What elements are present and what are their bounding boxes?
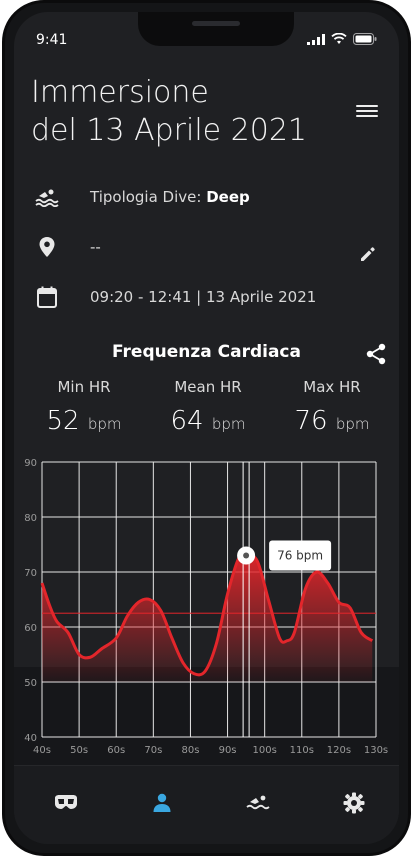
- location-value: --: [90, 238, 101, 256]
- mean-hr-label: Mean HR: [174, 378, 242, 396]
- x-tick-label: 130s: [364, 745, 388, 756]
- x-tick-label: 100s: [253, 745, 277, 756]
- person-icon: [153, 793, 171, 812]
- notch: [138, 12, 294, 46]
- bottom-nav: [14, 765, 399, 844]
- x-tick-label: 70s: [144, 745, 162, 756]
- max-hr-stat: Max HR 76 bpm: [272, 378, 392, 436]
- signal-icon: [307, 33, 325, 45]
- phone-frame: 9:41 Immersione del 13 Aprile 2021 Tipol…: [2, 0, 411, 856]
- nav-settings[interactable]: [339, 788, 369, 818]
- min-hr-value-wrap: 52 bpm: [24, 406, 144, 436]
- y-tick-label: 40: [24, 733, 37, 744]
- status-icons: [307, 33, 377, 45]
- x-tick-label: 110s: [290, 745, 314, 756]
- diving-mask-icon: [55, 795, 77, 809]
- dive-type-label: Tipologia Dive:: [90, 188, 202, 206]
- min-hr-stat: Min HR 52 bpm: [24, 378, 144, 436]
- max-hr-value-wrap: 76 bpm: [272, 406, 392, 436]
- datetime-value: 09:20 - 12:41 | 13 Aprile 2021: [90, 288, 317, 306]
- min-hr-label: Min HR: [57, 378, 111, 396]
- speaker: [192, 21, 240, 26]
- x-tick-label: 90s: [219, 745, 237, 756]
- x-tick-label: 120s: [327, 745, 351, 756]
- y-tick-label: 50: [24, 678, 37, 689]
- heart-rate-title: Frequenza Cardiaca: [112, 342, 301, 362]
- x-tick-label: 40s: [33, 745, 51, 756]
- nav-mask[interactable]: [51, 788, 81, 818]
- share-button[interactable]: [366, 343, 386, 369]
- app-screen: 9:41 Immersione del 13 Aprile 2021 Tipol…: [14, 12, 399, 844]
- selected-point-center: [243, 552, 250, 559]
- title-line-2: del 13 Aprile 2021: [31, 113, 307, 148]
- x-tick-label: 60s: [107, 745, 125, 756]
- mean-hr-unit: bpm: [211, 415, 246, 433]
- y-tick-label: 60: [24, 623, 37, 634]
- heart-rate-chart[interactable]: 40 50 60 70 80 90 40s 50s 60s 70s 80s 90s 100s 110s 12…: [14, 452, 399, 772]
- gear-icon: [343, 792, 365, 814]
- datetime-row: 09:20 - 12:41 | 13 Aprile 2021: [34, 284, 316, 310]
- swim-icon: [34, 184, 60, 210]
- dive-type-row: Tipologia Dive: Deep: [34, 184, 250, 210]
- share-icon: [366, 343, 386, 365]
- x-tick-label: 50s: [70, 745, 88, 756]
- location-pin-icon: [34, 234, 60, 260]
- calendar-icon: [34, 284, 60, 310]
- min-hr-unit: bpm: [87, 415, 122, 433]
- dive-type-value: Deep: [206, 188, 250, 206]
- wifi-icon: [331, 33, 347, 44]
- max-hr-unit: bpm: [335, 415, 370, 433]
- max-hr-value: 76: [294, 406, 328, 436]
- swim-icon: [246, 795, 270, 810]
- menu-bar: [356, 115, 378, 117]
- page-title: Immersione del 13 Aprile 2021: [31, 74, 307, 150]
- x-tick-label: 80s: [181, 745, 199, 756]
- tooltip-text: 76 bpm: [277, 549, 323, 563]
- title-line-1: Immersione: [31, 75, 209, 110]
- menu-bar: [356, 110, 378, 112]
- mean-hr-stat: Mean HR 64 bpm: [148, 378, 268, 436]
- battery-icon: [353, 33, 377, 45]
- pencil-icon: [361, 247, 375, 261]
- menu-bar: [356, 105, 378, 107]
- mean-hr-value: 64: [170, 406, 204, 436]
- status-time: 9:41: [36, 32, 68, 48]
- y-tick-label: 90: [24, 458, 37, 469]
- menu-button[interactable]: [356, 102, 378, 120]
- nav-profile[interactable]: [147, 788, 177, 818]
- mean-hr-value-wrap: 64 bpm: [148, 406, 268, 436]
- max-hr-label: Max HR: [303, 378, 361, 396]
- min-hr-value: 52: [46, 406, 80, 436]
- y-tick-label: 70: [24, 568, 37, 579]
- y-tick-label: 80: [24, 513, 37, 524]
- nav-swim[interactable]: [243, 788, 273, 818]
- location-row: --: [34, 234, 101, 260]
- hr-area: [42, 554, 373, 682]
- edit-location-button[interactable]: [360, 246, 376, 266]
